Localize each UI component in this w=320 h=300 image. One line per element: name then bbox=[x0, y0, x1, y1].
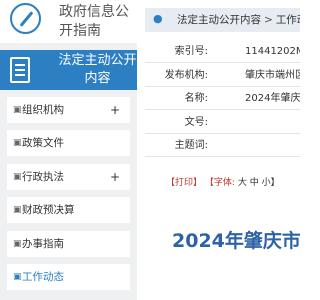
location-pin-icon: ● bbox=[153, 12, 163, 25]
meta-row-name: 名称: 2024年肇庆市 bbox=[145, 88, 300, 110]
sidebar-item-law-enforcement[interactable]: ▣ 行政执法 + bbox=[7, 164, 130, 190]
legal-content-title: 法定主动公开内容 bbox=[58, 53, 137, 86]
meta-label: 名称: bbox=[184, 93, 208, 104]
article-title: 2024年肇庆市端 bbox=[172, 230, 300, 252]
meta-value: 肇庆市端州区 bbox=[245, 70, 300, 81]
font-large-button[interactable]: 大 bbox=[238, 178, 247, 188]
main-content: ● 法定主动公开内容>工作动 索引号: 11441202ME 发布机构: 肇庆市… bbox=[145, 0, 300, 300]
breadcrumb-separator: > bbox=[264, 14, 273, 26]
sidebar-item-label: 工作动态 bbox=[22, 271, 64, 283]
breadcrumb-item-legal-content[interactable]: 法定主动公开内容 bbox=[177, 14, 261, 26]
meta-value: 11441202ME bbox=[245, 46, 300, 57]
font-small-button[interactable]: 小】 bbox=[262, 178, 280, 188]
meta-row-document-number: 文号: bbox=[145, 112, 300, 134]
meta-row-subject: 主题词: bbox=[145, 135, 300, 157]
expand-plus-icon[interactable]: + bbox=[110, 97, 120, 123]
document-icon bbox=[10, 57, 30, 83]
sidebar-item-work-updates[interactable]: ▣ 工作动态 bbox=[7, 264, 130, 290]
meta-row-index: 索引号: 11441202ME bbox=[145, 41, 300, 63]
compass-icon bbox=[10, 3, 41, 34]
expand-plus-icon[interactable]: + bbox=[110, 164, 120, 190]
breadcrumb: ● 法定主动公开内容>工作动 bbox=[145, 8, 300, 32]
font-size-label: 【字体: bbox=[204, 178, 235, 188]
sidebar-item-label: 政策文件 bbox=[22, 137, 64, 149]
print-button[interactable]: 【打印】 bbox=[166, 178, 202, 188]
sidebar-item-label: 财政预决算 bbox=[22, 204, 75, 216]
breadcrumb-item-work-updates[interactable]: 工作动 bbox=[276, 14, 300, 26]
sidebar: 政府信息公开指南 法定主动公开内容 ▣ 组织机构 + ▣ 政策文件 ▣ 行政执法… bbox=[0, 0, 137, 300]
guide-link[interactable]: 政府信息公开指南 bbox=[0, 0, 137, 43]
article-toolbar: 【打印】 【字体: 大 中 小】 bbox=[166, 175, 280, 188]
sidebar-item-label: 行政执法 bbox=[22, 171, 64, 183]
meta-label: 发布机构: bbox=[164, 70, 208, 81]
meta-row-publisher: 发布机构: 肇庆市端州区 bbox=[145, 65, 300, 87]
meta-value: 2024年肇庆市 bbox=[245, 93, 300, 104]
sidebar-item-organization[interactable]: ▣ 组织机构 + bbox=[7, 97, 130, 123]
meta-label: 索引号: bbox=[174, 46, 208, 57]
meta-label: 主题词: bbox=[174, 140, 208, 151]
sidebar-item-service-guide[interactable]: ▣ 办事指南 bbox=[7, 231, 130, 257]
legal-content-link[interactable]: 法定主动公开内容 bbox=[0, 50, 137, 90]
sidebar-item-policy-documents[interactable]: ▣ 政策文件 bbox=[7, 130, 130, 156]
sidebar-item-label: 组织机构 bbox=[22, 104, 64, 116]
sidebar-item-label: 办事指南 bbox=[22, 238, 64, 250]
guide-title: 政府信息公开指南 bbox=[59, 4, 129, 39]
font-medium-button[interactable]: 中 bbox=[250, 178, 259, 188]
meta-label: 文号: bbox=[184, 117, 208, 128]
sidebar-item-budget[interactable]: ▣ 财政预决算 bbox=[7, 197, 130, 223]
